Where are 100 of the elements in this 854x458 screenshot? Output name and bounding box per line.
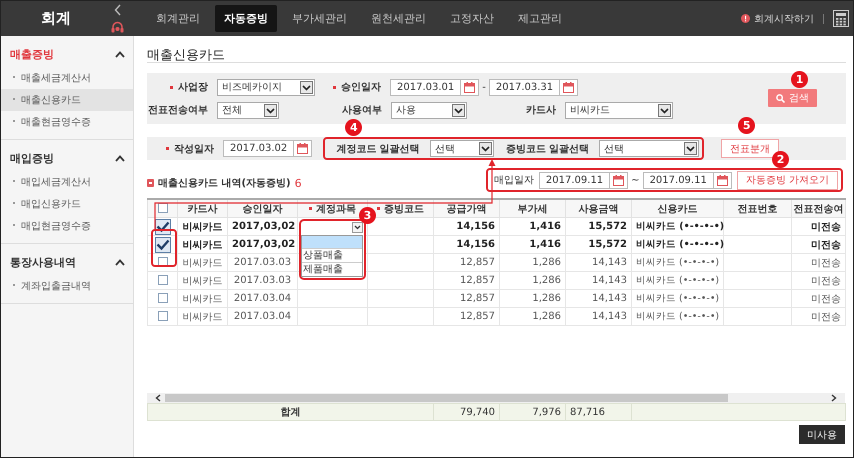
field-label: 작성일자 [147,142,223,156]
sidebar-item[interactable]: 매출신용카드 [1,89,133,111]
search-icon [776,94,786,102]
alert-icon [741,14,750,23]
scroll-left-icon[interactable] [155,394,161,402]
checkbox[interactable] [158,293,168,304]
total-cell: 79,740 [460,406,496,418]
table-cell: 비씨카드 [182,294,222,304]
total-label: 합계 [280,407,300,418]
select-field[interactable]: 전체 [217,102,279,118]
table-cell: 비씨카드 [182,222,222,232]
field-label: 증빙코드 일괄선택 [504,142,590,156]
chevron-icon[interactable] [115,259,125,266]
table-cell: 2017.03.03 [234,257,292,268]
table-cell: 14,143 [592,275,627,286]
calendar-button[interactable] [610,172,628,188]
scrollbar-thumb[interactable] [165,394,728,402]
column-header: 카드사 [188,204,218,214]
nav-tab[interactable]: 제고관리 [509,5,571,32]
column-header: 사용금액 [578,204,618,214]
section-title: 매출신용카드 내역(자동증빙) [158,177,291,190]
table-cell: 14,143 [592,257,627,268]
sidebar-section-title[interactable]: 통장사용내역 [10,255,76,270]
nav-tab[interactable]: 자동증빙 [215,5,277,32]
sidebar-item[interactable]: 매출세금계산서 [1,67,133,89]
sidebar-section-title[interactable]: 매입증빙 [10,151,54,166]
select-field[interactable]: 사용 [391,102,467,118]
chevron-icon[interactable] [115,155,125,162]
horizontal-scrollbar[interactable] [147,393,845,403]
calculator-icon[interactable] [833,10,849,27]
table-cell: 비씨카드 [182,258,222,268]
range-separator: - [482,82,486,92]
sidebar-item[interactable]: 매입세금계산서 [1,171,133,193]
dropdown-option[interactable]: 제품매출 [302,262,362,276]
table-cell: 2017.03.03 [234,275,292,286]
calendar-icon [716,174,728,186]
select-field[interactable]: 선택 [599,140,700,157]
calendar-button[interactable] [294,140,312,157]
date-field[interactable]: 2017.03.31 [488,78,560,96]
field-label: 전표전송여부 [147,104,209,117]
date-field[interactable]: 2017.09.11 [642,172,714,188]
highlight-frame [151,229,177,267]
field-label: 사용여부 [341,104,383,117]
checkbox[interactable] [154,236,170,252]
sidebar-section-title[interactable]: 매출증빙 [10,47,54,62]
table-cell: 미전송 [811,258,841,268]
table-cell: 15,572 [588,239,627,250]
select-field[interactable]: 비씨카드 [565,102,673,118]
sidebar-item[interactable]: 매출현금영수증 [1,111,133,133]
total-cell: 87,716 [570,406,606,418]
field-label: 매입일자 [494,174,534,187]
headset-icon[interactable] [111,21,124,33]
table-cell: 1,286 [532,293,561,304]
calendar-icon [613,174,624,186]
app-title: 회계 [40,9,72,28]
callout-badge: 1 [791,71,808,88]
import-button[interactable]: 자동증빙 가져오기 [736,170,838,190]
sidebar-item[interactable]: 계좌입출금내역 [1,275,133,297]
checkbox[interactable] [158,203,168,214]
table-cell: 1,286 [532,257,561,268]
nav-tab[interactable]: 고정자산 [441,5,503,32]
select-field[interactable]: 선택 [430,140,494,157]
column-header: 증빙코드 [377,204,424,214]
sidebar-item[interactable]: 매입신용카드 [1,193,133,215]
dropdown-option[interactable]: 상품매출 [302,248,362,262]
scroll-right-icon[interactable] [831,394,837,402]
table-cell: 미전송 [811,240,841,250]
table-cell: 2017,03,02 [232,221,296,232]
nav-tab[interactable]: 부가세관리 [283,5,356,32]
table-cell: 12,857 [460,275,495,286]
table-cell: 비씨카드 (•-•-•-•) [636,257,720,268]
select-field[interactable]: 비즈메카이지 [217,78,315,96]
table-cell: 12,857 [460,311,495,322]
calendar-icon [464,82,476,92]
start-link[interactable]: 회계시작하기 [754,12,814,26]
range-separator: ~ [631,174,640,186]
table-cell: 비씨카드 [182,276,222,286]
table-cell: 비씨카드 (•-•-•-•) [636,293,720,304]
date-field[interactable]: 2017.03.01 [390,78,462,96]
column-header: 신용카드 [658,204,698,214]
table-cell: 14,143 [592,311,627,322]
column-header: 전표전송여 [794,204,844,214]
collapse-icon[interactable] [114,4,122,16]
nav-tab[interactable]: 회계관리 [147,5,209,32]
checkbox[interactable] [158,275,168,286]
calendar-button[interactable] [461,78,480,96]
calendar-button[interactable] [714,172,732,188]
calendar-button[interactable] [560,78,578,96]
chevron-icon[interactable] [115,51,125,58]
table-cell: 비씨카드 [182,312,222,322]
date-field[interactable]: 2017.09.11 [538,172,610,188]
checkbox[interactable] [158,311,168,322]
table-cell: 1,416 [529,239,561,250]
callout-badge: 5 [738,117,756,134]
table-cell: 2017.03.04 [234,311,292,322]
nav-tab[interactable]: 원천세관리 [362,5,435,32]
table-cell: 14,143 [592,293,627,304]
date-field[interactable]: 2017.03.02 [223,140,294,157]
unused-button[interactable]: 미사용 [799,425,846,444]
sidebar-item[interactable]: 매입현금영수증 [1,215,133,237]
